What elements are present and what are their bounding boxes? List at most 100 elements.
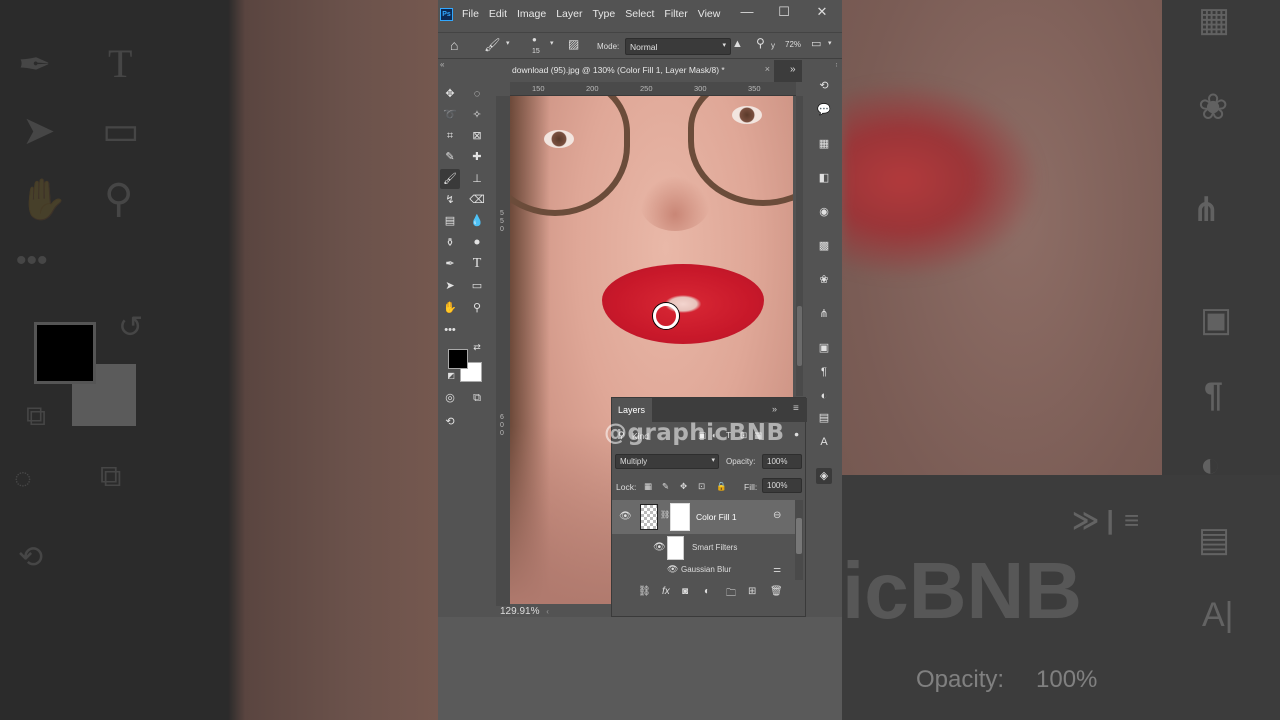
styles-icon[interactable]: ◐ [816, 388, 832, 404]
layers-scroll-thumb[interactable] [796, 518, 802, 554]
menu-edit[interactable]: Edit [489, 8, 507, 20]
scrollbar-thumb[interactable] [797, 306, 802, 366]
stamp-tool-icon[interactable]: ⊥ [467, 169, 487, 189]
trash-icon[interactable]: 🗑 [770, 586, 783, 597]
layer-row-smart-filters[interactable]: 👁 Smart Filters [612, 536, 807, 560]
workspace-icon[interactable]: ▭ [811, 37, 821, 50]
magic-wand-icon[interactable]: ✧ [467, 105, 487, 125]
link-icon[interactable]: ⛓ [638, 586, 651, 597]
lock-transparent-icon[interactable]: ▦ [644, 481, 652, 492]
fill-field[interactable]: 100% [762, 478, 802, 493]
marquee-tool-icon[interactable]: ◌ [467, 84, 487, 104]
patterns-icon[interactable]: ▩ [816, 238, 832, 254]
lock-position-icon[interactable]: ✥ [680, 481, 687, 492]
comments-icon[interactable]: 💬 [816, 102, 832, 118]
adjustment-icon[interactable]: ◐ [704, 586, 710, 597]
menu-view[interactable]: View [698, 8, 721, 20]
frame-tool-icon[interactable]: ⊠ [467, 126, 487, 146]
menu-select[interactable]: Select [625, 8, 654, 20]
paragraph-icon[interactable]: ¶ [816, 364, 832, 380]
type-tool-icon[interactable]: T [467, 254, 487, 274]
chevron-down-icon[interactable]: ▾ [506, 39, 510, 47]
adjustments-icon[interactable]: ❀ [816, 272, 832, 288]
filter-options-icon[interactable]: ⚌ [773, 564, 781, 575]
tab-overflow-icon[interactable]: » [790, 64, 796, 75]
visibility-eye-icon[interactable]: 👁 [653, 542, 666, 553]
home-icon[interactable]: ⌂ [450, 37, 458, 53]
layers-tab[interactable]: Layers [612, 398, 652, 422]
layers-icon[interactable]: ◈ [816, 468, 832, 484]
libraries-icon[interactable]: ▤ [816, 410, 832, 426]
lock-all-icon[interactable]: 🔒 [716, 481, 727, 492]
layer-row-gaussian-blur[interactable]: 👁 Gaussian Blur ⚌ [612, 562, 807, 578]
brush-tool-icon[interactable]: 🖌 [440, 169, 460, 189]
default-colors-icon[interactable]: ◩ [444, 369, 458, 383]
swap-colors-icon[interactable]: ⇄ [470, 340, 484, 354]
character-icon[interactable]: A [816, 434, 832, 450]
eyedropper-icon[interactable]: ✎ [440, 147, 460, 167]
document-tab[interactable]: download (95).jpg @ 130% (Color Fill 1, … [504, 60, 774, 82]
visibility-eye-icon[interactable]: 👁 [667, 564, 678, 575]
canvas-scrollbar[interactable] [796, 96, 803, 396]
status-chevron-icon[interactable]: ‹ [546, 607, 549, 616]
menu-layer[interactable]: Layer [556, 8, 582, 20]
pressure-icon[interactable]: ▲ [732, 38, 743, 50]
swatches-icon[interactable]: ▦ [816, 136, 832, 152]
opacity-fragment[interactable]: 72% [785, 40, 801, 49]
history-brush-icon[interactable]: ↯ [440, 190, 460, 210]
move-tool-icon[interactable]: ✥ [440, 84, 460, 104]
dodge-tool-icon[interactable]: ⚱ [440, 233, 460, 253]
smart-filter-mask[interactable] [667, 536, 684, 560]
opacity-field[interactable]: 100% [762, 454, 802, 469]
eraser-tool-icon[interactable]: ⌫ [467, 190, 487, 210]
history-icon[interactable]: ⟲ [816, 78, 832, 94]
brush-size[interactable]: 15 [532, 48, 540, 55]
foreground-color[interactable] [448, 349, 468, 369]
layer-row-color-fill[interactable]: 👁 ⛓ Color Fill 1 ⊖ [612, 500, 795, 534]
color-icon[interactable]: ◉ [816, 204, 832, 220]
mode-select[interactable]: Normal ▾ [625, 38, 731, 55]
folder-icon[interactable]: 🗀 [726, 586, 736, 603]
workspace-chevron-icon[interactable]: ▾ [828, 39, 832, 47]
paths-icon[interactable]: ⋔ [816, 306, 832, 322]
fx-icon[interactable]: fx [662, 586, 670, 597]
hand-tool-icon[interactable]: ✋ [440, 298, 460, 318]
rectangle-tool-icon[interactable]: ▭ [467, 276, 487, 296]
panel-menu-icon[interactable]: ≡ [793, 403, 799, 414]
gradient-tool-icon[interactable]: ▤ [440, 211, 460, 231]
more-tools-icon[interactable]: ••• [440, 320, 460, 340]
screen-mode-icon[interactable]: ⧉ [467, 388, 487, 408]
blend-mode-select[interactable]: Multiply ▾ [615, 454, 719, 469]
lock-artboard-icon[interactable]: ⊡ [698, 481, 705, 492]
filter-toggle-icon[interactable]: ● [794, 429, 799, 439]
lasso-tool-icon[interactable]: ➰ [440, 105, 460, 125]
minimize-button[interactable]: — [737, 4, 757, 19]
mask-icon[interactable]: ◙ [682, 586, 688, 597]
menu-file[interactable]: File [462, 8, 479, 20]
tab-close-icon[interactable]: × [765, 64, 770, 74]
zoom-level[interactable]: 129.91% [500, 606, 539, 617]
sponge-tool-icon[interactable]: ⚫ [467, 233, 487, 253]
visibility-eye-icon[interactable]: 👁 [619, 511, 632, 522]
properties-icon[interactable]: ▣ [816, 340, 832, 356]
panel-collapse-icon[interactable]: » [772, 404, 777, 414]
share-icon[interactable]: ⟲ [440, 412, 460, 432]
close-button[interactable]: ✕ [812, 4, 832, 20]
search-icon[interactable]: ⚲ [756, 36, 765, 50]
menu-type[interactable]: Type [592, 8, 615, 20]
maximize-button[interactable]: ☐ [774, 4, 794, 20]
brush-preset-icon[interactable]: 🖌 [484, 37, 501, 53]
brush-settings-icon[interactable]: ▨ [568, 37, 579, 51]
crop-tool-icon[interactable]: ⌗ [440, 126, 460, 146]
layers-scrollbar[interactable] [795, 500, 803, 580]
healing-brush-icon[interactable]: ✚ [467, 147, 487, 167]
quick-mask-icon[interactable]: ◎ [440, 388, 460, 408]
lock-pixels-icon[interactable]: ✎ [662, 481, 669, 492]
layer-name[interactable]: Color Fill 1 [696, 512, 737, 522]
brush-size-chevron-icon[interactable]: ▾ [550, 39, 554, 47]
filter-name[interactable]: Gaussian Blur [681, 565, 731, 574]
blur-tool-icon[interactable]: 💧 [467, 211, 487, 231]
chain-link-icon[interactable]: ⛓ [660, 510, 670, 519]
menu-image[interactable]: Image [517, 8, 546, 20]
collapse-left-icon[interactable]: « [440, 60, 444, 69]
